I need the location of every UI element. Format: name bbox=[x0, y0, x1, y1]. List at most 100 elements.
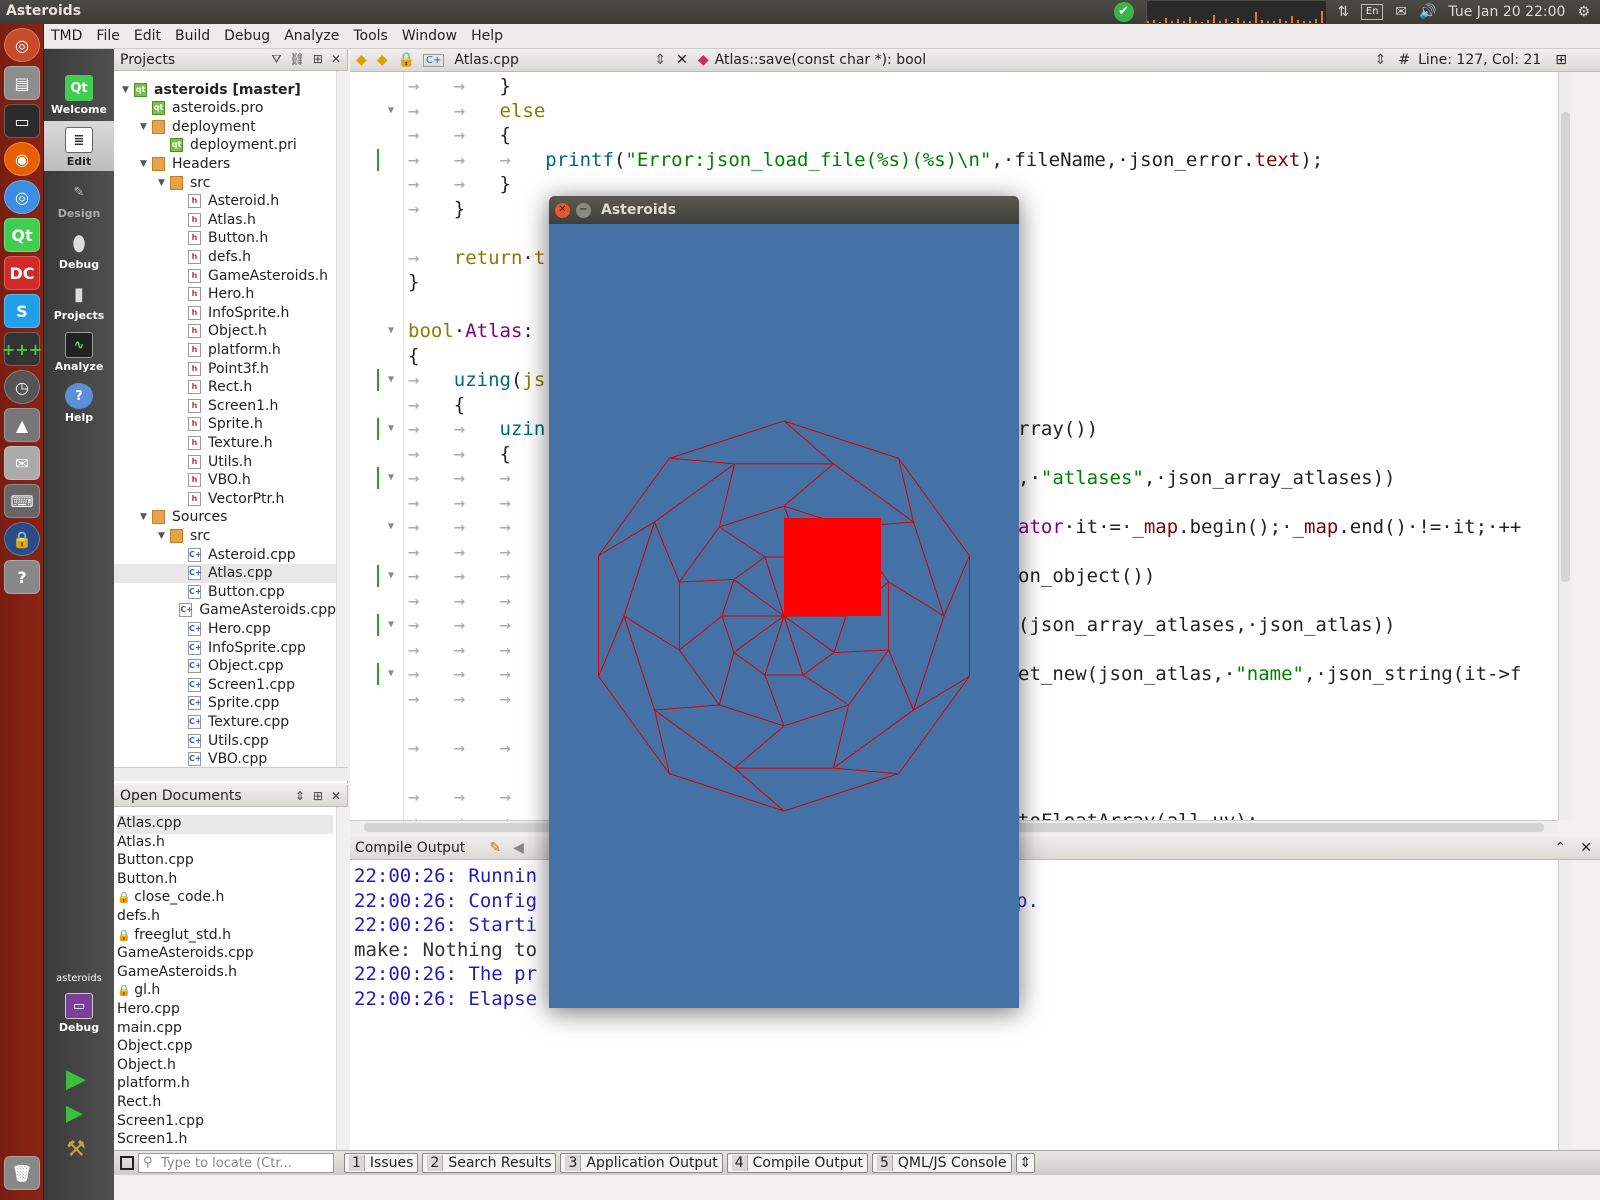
tree-vertical-scrollbar[interactable] bbox=[336, 71, 348, 767]
debug-run-icon[interactable]: ▶ bbox=[66, 1101, 83, 1126]
chromium-icon[interactable]: ◎ bbox=[4, 180, 40, 214]
open-document-item[interactable]: Hero.cpp bbox=[117, 1001, 333, 1020]
mode-analyze[interactable]: ∿ Analyze bbox=[44, 326, 114, 376]
game-window-titlebar[interactable]: ✕ − Asteroids bbox=[549, 196, 1019, 224]
fold-arrow-icon[interactable]: ▼ bbox=[388, 521, 394, 532]
open-document-item[interactable]: GameAsteroids.cpp bbox=[117, 945, 333, 964]
toggle-sidebar-icon[interactable] bbox=[120, 1156, 134, 1170]
tree-item[interactable]: C+ Sprite.cpp bbox=[114, 694, 336, 713]
output-tab-issues[interactable]: 1 Issues bbox=[344, 1153, 419, 1173]
menu-tmd[interactable]: TMD bbox=[44, 28, 89, 44]
dc-app-icon[interactable]: DC bbox=[4, 256, 40, 290]
expand-arrow-icon[interactable]: ▼ bbox=[140, 159, 152, 169]
documents-vertical-scrollbar[interactable] bbox=[336, 807, 348, 1150]
tree-item[interactable]: h Rect.h bbox=[114, 378, 336, 397]
tree-item[interactable]: C+ Hero.cpp bbox=[114, 619, 336, 638]
expand-arrow-icon[interactable]: ▼ bbox=[158, 178, 170, 188]
mail-icon[interactable]: ✉ bbox=[1395, 4, 1407, 20]
mode-debug[interactable]: ⬮ Debug bbox=[44, 224, 114, 274]
qt-creator-icon[interactable]: Qt bbox=[4, 218, 40, 252]
fold-arrow-icon[interactable]: ▼ bbox=[388, 472, 394, 483]
expand-arrow-icon[interactable]: ▼ bbox=[158, 531, 170, 541]
volume-icon[interactable]: 🔊 bbox=[1419, 4, 1436, 20]
expand-arrow-icon[interactable]: ▼ bbox=[140, 122, 152, 132]
open-document-item[interactable]: main.cpp bbox=[117, 1020, 333, 1039]
link-icon[interactable]: ⛓ bbox=[290, 52, 305, 67]
sort-icon[interactable]: ⇕ bbox=[295, 789, 305, 803]
output-tab-qml-js-console[interactable]: 5 QML/JS Console bbox=[871, 1153, 1012, 1173]
clock[interactable]: Tue Jan 20 22:00 bbox=[1448, 4, 1565, 20]
output-vertical-scrollbar[interactable] bbox=[1558, 860, 1572, 1150]
fold-arrow-icon[interactable]: ▼ bbox=[388, 105, 394, 116]
tree-item[interactable]: qt asteroids.pro bbox=[114, 99, 336, 118]
more-tabs-icon[interactable]: ⇕ bbox=[1015, 1153, 1036, 1173]
tree-item[interactable]: h Texture.h bbox=[114, 433, 336, 452]
tree-item[interactable]: h platform.h bbox=[114, 340, 336, 359]
tree-item[interactable]: h InfoSprite.h bbox=[114, 303, 336, 322]
split-icon[interactable]: ⊞ bbox=[313, 52, 323, 67]
tree-item[interactable]: h GameAsteroids.h bbox=[114, 266, 336, 285]
tree-item[interactable]: C+ InfoSprite.cpp bbox=[114, 638, 336, 657]
tree-item[interactable]: h Object.h bbox=[114, 322, 336, 341]
fold-arrow-icon[interactable]: ▼ bbox=[388, 619, 394, 630]
keyboard-layout-indicator[interactable]: En bbox=[1361, 4, 1384, 20]
fold-arrow-icon[interactable]: ▼ bbox=[388, 423, 394, 434]
open-document-item[interactable]: Button.h bbox=[117, 871, 333, 890]
files-icon[interactable]: ▤ bbox=[4, 66, 40, 100]
open-document-item[interactable]: Object.cpp bbox=[117, 1038, 333, 1057]
keyboard-app-icon[interactable]: ⌨ bbox=[4, 484, 40, 518]
mode-projects[interactable]: ▮ Projects bbox=[44, 275, 114, 325]
editor-vertical-scrollbar[interactable] bbox=[1558, 72, 1572, 820]
tree-item[interactable]: h Atlas.h bbox=[114, 210, 336, 229]
close-icon[interactable]: ✕ bbox=[331, 52, 341, 67]
open-document-item[interactable]: defs.h bbox=[117, 908, 333, 927]
tree-item[interactable]: h Hero.h bbox=[114, 285, 336, 304]
tree-item[interactable]: ▼ Sources bbox=[114, 508, 336, 527]
system-monitor-icon[interactable]: +++ bbox=[2, 332, 42, 366]
tree-item[interactable]: C+ Atlas.cpp bbox=[114, 563, 336, 583]
mail-app-icon[interactable]: ✉ bbox=[4, 446, 40, 480]
split-icon[interactable]: ⊞ bbox=[313, 789, 323, 803]
menu-analyze[interactable]: Analyze bbox=[277, 28, 346, 44]
tree-item[interactable]: C+ GameAsteroids.cpp bbox=[114, 601, 336, 620]
tree-item[interactable]: ▼ src bbox=[114, 526, 336, 545]
tree-item[interactable]: C+ Screen1.cpp bbox=[114, 675, 336, 694]
fold-arrow-icon[interactable]: ▼ bbox=[388, 325, 394, 336]
firefox-icon[interactable]: ◉ bbox=[4, 142, 40, 176]
nav-back-icon[interactable]: ◆ bbox=[356, 52, 367, 68]
mode-welcome[interactable]: Qt Welcome bbox=[44, 69, 114, 119]
maximize-icon[interactable]: ⌃ bbox=[1555, 840, 1567, 856]
file-dropdown-arrow-icon[interactable]: ⇕ bbox=[654, 52, 666, 68]
close-icon[interactable]: ✕ bbox=[331, 789, 341, 803]
mode-edit[interactable]: ≣ Edit bbox=[44, 121, 114, 171]
scroll-thumb[interactable] bbox=[1561, 112, 1570, 582]
prev-icon[interactable]: ◀ bbox=[513, 840, 524, 856]
window-minimize-icon[interactable]: − bbox=[576, 202, 591, 218]
window-close-icon[interactable]: ✕ bbox=[555, 202, 570, 218]
tree-item[interactable]: h Button.h bbox=[114, 229, 336, 248]
menu-file[interactable]: File bbox=[89, 28, 126, 44]
symbol-dropdown-arrow-icon[interactable]: ⇕ bbox=[1375, 52, 1387, 68]
open-document-item[interactable]: 🔒 gl.h bbox=[117, 982, 333, 1001]
close-icon[interactable]: ✕ bbox=[1580, 840, 1592, 856]
open-document-item[interactable]: Atlas.cpp bbox=[117, 815, 333, 834]
open-document-item[interactable]: Atlas.h bbox=[117, 834, 333, 853]
menu-build[interactable]: Build bbox=[168, 28, 217, 44]
tree-item[interactable]: ▼ qt asteroids [master] bbox=[114, 80, 336, 99]
tree-item[interactable]: C+ Button.cpp bbox=[114, 582, 336, 601]
tree-item[interactable]: C+ Texture.cpp bbox=[114, 712, 336, 731]
open-document-item[interactable]: Screen1.cpp bbox=[117, 1113, 333, 1132]
tree-item[interactable]: ▼ deployment bbox=[114, 117, 336, 136]
tree-item[interactable]: h VectorPtr.h bbox=[114, 489, 336, 508]
symbol-selector[interactable]: Atlas::save(const char *): bool bbox=[715, 52, 1375, 68]
tree-item[interactable]: qt deployment.pri bbox=[114, 136, 336, 155]
menu-edit[interactable]: Edit bbox=[127, 28, 168, 44]
settings-gear-icon[interactable]: ⚙ bbox=[1577, 4, 1590, 20]
filter-icon[interactable]: ⛛ bbox=[272, 52, 282, 67]
clear-output-icon[interactable]: ✎ bbox=[489, 840, 501, 856]
fold-arrow-icon[interactable]: ▼ bbox=[388, 668, 394, 679]
skype-icon[interactable]: S bbox=[4, 294, 40, 328]
menu-tools[interactable]: Tools bbox=[346, 28, 395, 44]
open-document-item[interactable]: Screen1.h bbox=[117, 1131, 333, 1150]
nav-forward-icon[interactable]: ◆ bbox=[377, 52, 388, 68]
